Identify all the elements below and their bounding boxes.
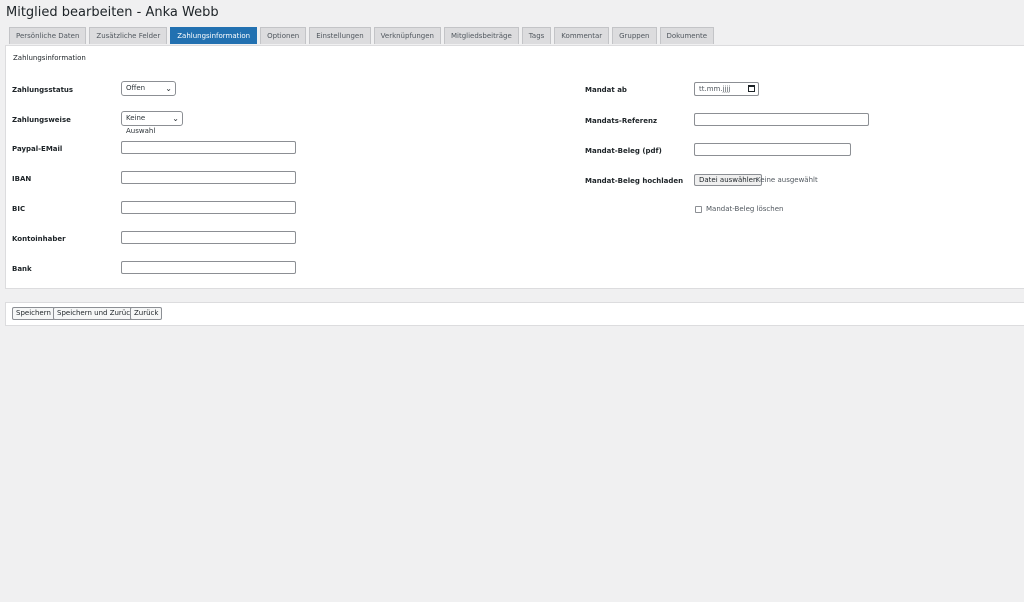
zahlungsweise-value: Keine Auswahl: [126, 114, 156, 135]
calendar-icon[interactable]: [748, 85, 755, 92]
bic-label: BIC: [12, 205, 26, 213]
tab-dokumente[interactable]: Dokumente: [659, 27, 715, 44]
zahlungsweise-select[interactable]: Keine Auswahl ⌄: [121, 111, 183, 135]
chevron-down-icon: ⌄: [165, 84, 172, 93]
section-title: Zahlungsinformation: [13, 54, 86, 62]
file-choose-button[interactable]: Datei auswählen: [694, 174, 763, 186]
tab-mitgliedsbeitraege[interactable]: Mitgliedsbeiträge: [443, 27, 519, 44]
zahlungsstatus-select[interactable]: Offen ⌄: [121, 81, 176, 96]
mandat-beleg-pdf-input[interactable]: [694, 143, 851, 156]
bank-input[interactable]: [121, 261, 296, 274]
tab-einstellungen[interactable]: Einstellungen: [309, 27, 371, 44]
tab-verknuepfungen[interactable]: Verknüpfungen: [373, 27, 441, 44]
paypal-email-input[interactable]: [121, 141, 296, 154]
mandat-beleg-pdf-label: Mandat-Beleg (pdf): [585, 147, 662, 155]
mandat-beleg-loeschen-label: Mandat-Beleg löschen: [706, 205, 784, 213]
tab-bar: Persönliche Daten Zusätzliche Felder Zah…: [9, 27, 715, 44]
zahlungsstatus-value: Offen: [126, 84, 146, 92]
mandat-ab-label: Mandat ab: [585, 86, 627, 94]
chevron-down-icon: ⌄: [172, 114, 179, 123]
mandat-beleg-loeschen-checkbox[interactable]: [695, 206, 702, 213]
zahlungsstatus-label: Zahlungsstatus: [12, 86, 74, 94]
payment-panel: Zahlungsinformation Zahlungsstatus Offen…: [5, 45, 1024, 289]
kontoinhaber-input[interactable]: [121, 231, 296, 244]
file-status-text: Keine ausgewählt: [756, 176, 818, 184]
mandat-ab-placeholder: tt.mm.jjjj: [699, 85, 731, 93]
save-button[interactable]: Speichern: [12, 307, 55, 320]
tab-tags[interactable]: Tags: [521, 27, 552, 44]
kontoinhaber-label: Kontoinhaber: [12, 235, 66, 243]
zahlungsweise-label: Zahlungsweise: [12, 116, 71, 124]
tab-kommentar[interactable]: Kommentar: [554, 27, 610, 44]
bic-input[interactable]: [121, 201, 296, 214]
mandat-ab-date-input[interactable]: tt.mm.jjjj: [694, 82, 759, 96]
save-and-back-button[interactable]: Speichern und Zurück: [53, 307, 139, 320]
tab-persoenliche-daten[interactable]: Persönliche Daten: [9, 27, 87, 44]
paypal-label: Paypal-EMail: [12, 145, 63, 153]
tab-zahlungsinformation[interactable]: Zahlungsinformation: [170, 27, 258, 44]
bank-label: Bank: [12, 265, 32, 273]
action-bar: Speichern Speichern und Zurück Zurück: [5, 302, 1024, 326]
back-button[interactable]: Zurück: [130, 307, 163, 320]
mandats-referenz-input[interactable]: [694, 113, 869, 126]
mandats-referenz-label: Mandats-Referenz: [585, 117, 658, 125]
tab-gruppen[interactable]: Gruppen: [612, 27, 657, 44]
tab-zusaetzliche-felder[interactable]: Zusätzliche Felder: [89, 27, 168, 44]
mandat-beleg-upload-label: Mandat-Beleg hochladen: [585, 177, 684, 185]
page-title: Mitglied bearbeiten - Anka Webb: [6, 5, 219, 20]
iban-input[interactable]: [121, 171, 296, 184]
iban-label: IBAN: [12, 175, 32, 183]
tab-optionen[interactable]: Optionen: [260, 27, 307, 44]
